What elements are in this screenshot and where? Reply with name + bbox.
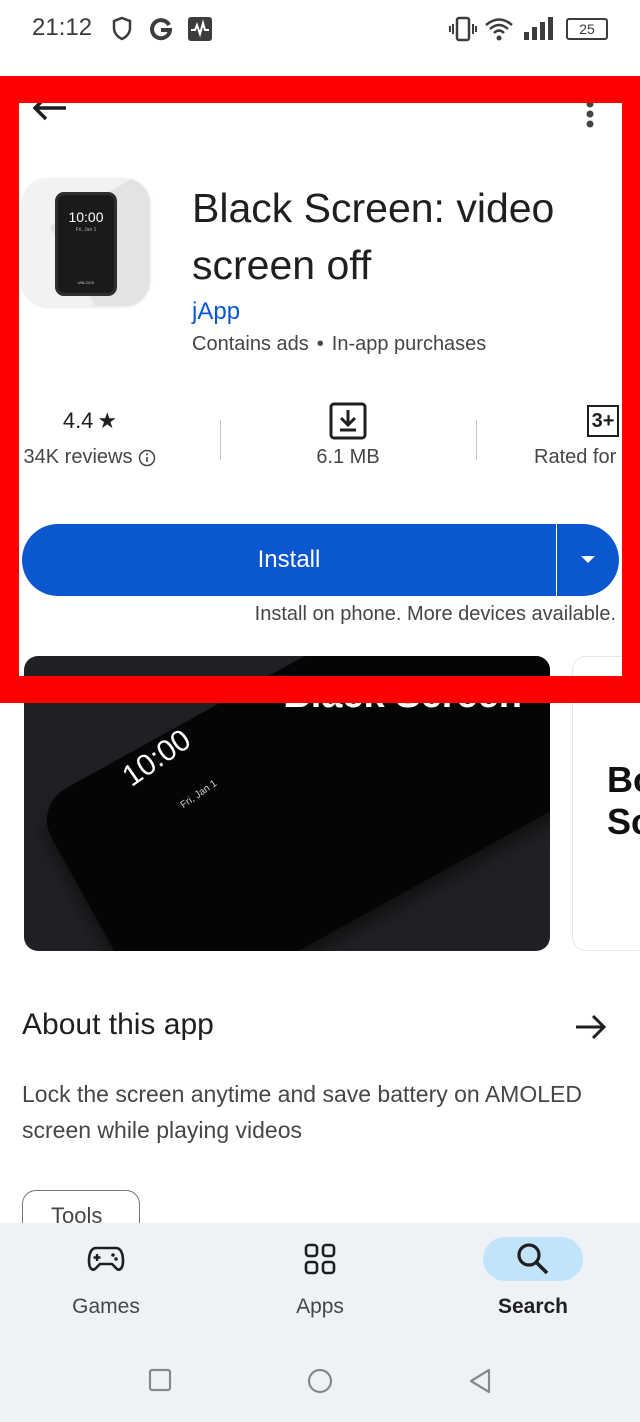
meta-separator: • [316,333,324,355]
battery-icon: 25 [566,18,608,40]
download-icon [329,402,367,440]
stat-divider [476,420,477,460]
arrow-forward-icon[interactable] [572,1010,608,1044]
wifi-icon [485,18,513,41]
age-rating-stat[interactable]: 3+ Rated for [520,402,640,469]
app-icon-date: Fri, Jan 1 [75,227,97,233]
app-icon: 10:00 Fri, Jan 1 UNLOCK [22,178,150,306]
recents-button-icon[interactable] [148,1368,172,1392]
about-description: Lock the screen anytime and save battery… [22,1081,582,1143]
install-button[interactable]: Install [22,524,556,596]
status-bar: 21:12 25 [0,0,640,60]
install-dropdown-button[interactable] [557,524,619,596]
reviews-count: 34K reviews [23,446,133,468]
nav-apps-label: Apps [296,1295,344,1318]
shield-icon [112,16,132,41]
developer-link[interactable]: jApp [192,298,240,326]
screenshot-2[interactable]: Bo Sc [572,656,640,951]
screenshot-title: Black Screen [283,674,522,716]
nav-apps[interactable]: Apps [250,1237,390,1319]
info-icon [139,449,156,466]
home-button-icon[interactable] [307,1368,333,1394]
app-icon-unlock: UNLOCK [77,280,95,285]
apps-grid-icon [304,1243,336,1275]
search-icon [517,1243,549,1275]
size-stat: 6.1 MB [278,402,418,469]
status-time: 21:12 [32,14,93,41]
activity-icon [188,17,212,41]
caret-down-icon [581,556,595,563]
back-button-icon[interactable] [468,1368,492,1394]
rating-stat[interactable]: 4.4 ★ 34K reviews [10,402,170,469]
stat-divider [220,420,221,460]
screenshot-1[interactable]: Black Screen [24,656,550,951]
google-icon [150,18,173,41]
contains-ads-label: Contains ads [192,333,309,355]
app-icon-phone: 10:00 Fri, Jan 1 UNLOCK [55,192,117,296]
nav-search-label: Search [497,1295,569,1318]
app-meta: Contains ads • In-app purchases [192,333,486,356]
age-badge: 3+ [587,405,619,437]
signal-icon [524,17,553,40]
battery-level: 25 [579,21,595,37]
rating-value: 4.4 [62,408,94,433]
in-app-purchases-label: In-app purchases [331,333,487,355]
gamepad-icon [87,1246,125,1271]
app-title: Black Screen: video screen off [192,185,555,288]
more-vert-icon[interactable] [578,96,602,132]
nav-search[interactable]: Search [463,1237,603,1319]
about-title: About this app [22,1008,214,1041]
arrow-back-icon[interactable] [30,90,70,126]
star-icon: ★ [97,408,118,433]
age-label: Rated for [534,446,617,468]
app-size: 6.1 MB [316,446,380,468]
nav-games-label: Games [72,1295,140,1318]
vibrate-icon [449,16,477,42]
screenshot-2-text: Bo Sc [607,759,640,842]
app-icon-time: 10:00 [68,209,104,225]
nav-games[interactable]: Games [36,1237,176,1319]
install-note: Install on phone. More devices available… [254,603,616,625]
